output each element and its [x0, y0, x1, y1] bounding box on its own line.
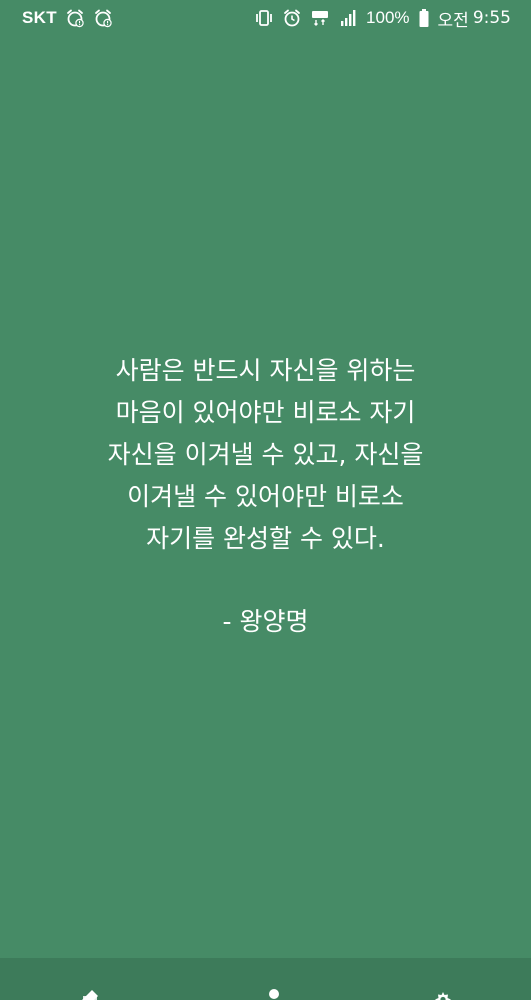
- quote-line: 자신을 이겨낼 수 있고, 자신을: [107, 440, 424, 469]
- quote-card: 사람은 반드시 자신을 위하는 마음이 있어야만 비로소 자기 자신을 이겨낼 …: [0, 350, 531, 642]
- status-bar: SKT 100% 오전 9:55: [0, 0, 531, 36]
- status-bar-right: 100% 오전 9:55: [254, 6, 511, 31]
- clock-time: 9:55: [472, 8, 511, 28]
- edit-icon: [76, 988, 102, 1000]
- battery-percent: 100%: [366, 8, 410, 27]
- settings-button[interactable]: [423, 988, 463, 1000]
- carrier-label: SKT: [22, 8, 57, 27]
- quote-line: 이겨낼 수 있어야만 비로소: [127, 482, 404, 511]
- quote-author: - 왕양명: [222, 607, 309, 636]
- vibrate-icon: [254, 8, 274, 28]
- edit-button[interactable]: [69, 988, 109, 1000]
- app-screen: SKT 100% 오전 9:55 사람은 반드시 자신을 위하는 마음이 있어야…: [0, 0, 531, 1000]
- quote-line: 자기를 완성할 수 있다.: [146, 524, 385, 553]
- person-icon: [264, 988, 284, 1000]
- settings-icon: [431, 988, 455, 1000]
- clock: 오전 9:55: [438, 6, 511, 31]
- bottom-nav: [0, 958, 531, 1000]
- alarm-clock-icon: [282, 8, 302, 28]
- profile-button[interactable]: [254, 988, 294, 1000]
- battery-icon: [418, 8, 430, 28]
- lte-icon: [310, 8, 330, 28]
- clock-ampm: 오전: [437, 10, 469, 31]
- quote-line: 마음이 있어야만 비로소 자기: [115, 398, 416, 427]
- signal-icon: [338, 8, 358, 28]
- alarm-warning-icon: [65, 8, 85, 28]
- status-bar-left: SKT: [22, 8, 113, 28]
- quote-line: 사람은 반드시 자신을 위하는: [115, 356, 416, 385]
- alarm-warning-icon: [93, 8, 113, 28]
